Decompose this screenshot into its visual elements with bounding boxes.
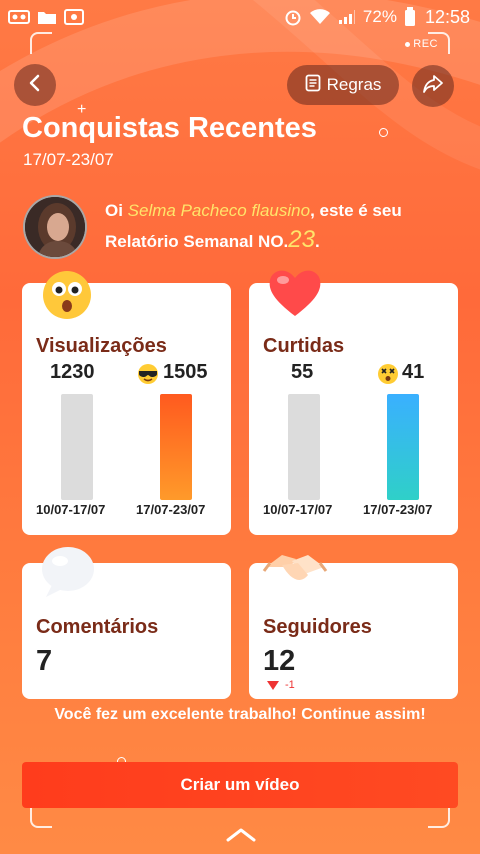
- likes-cur-date: 17/07-23/07: [363, 502, 433, 517]
- views-prev-date: 10/07-17/07: [36, 502, 106, 517]
- user-name: Selma Pacheco flausino: [127, 201, 311, 220]
- avatar-portrait: [25, 197, 85, 257]
- followers-label: Seguidores: [263, 616, 372, 638]
- followers-value: 12: [263, 645, 296, 677]
- handshake-icon: [262, 545, 328, 598]
- status-bar: 72% 12:58: [0, 0, 480, 34]
- battery-percentage: 72%: [362, 7, 397, 26]
- frame-corner-top-left: [30, 32, 52, 54]
- surprised-emoji-icon: [40, 268, 94, 325]
- greeting-text: Oi Selma Pacheco flausino, este é seu Re…: [105, 196, 445, 256]
- speech-bubble-icon: [38, 543, 98, 604]
- clock: 12:58: [424, 6, 470, 27]
- voicemail-icon: [8, 9, 30, 25]
- greeting-prefix: Oi: [105, 201, 128, 220]
- likes-prev-value: 55: [291, 361, 314, 383]
- heart-icon: [266, 264, 324, 325]
- alarm-icon: [284, 8, 302, 26]
- chevron-left-icon: [27, 74, 43, 97]
- likes-cur-value: 41: [402, 361, 425, 383]
- comments-label: Comentários: [36, 616, 159, 638]
- avatar[interactable]: [23, 195, 87, 259]
- views-cur-date: 17/07-23/07: [136, 502, 206, 517]
- frame-corner-bottom-left: [30, 806, 52, 828]
- likes-cur-bar: [387, 394, 419, 500]
- rec-label: REC: [413, 38, 438, 50]
- rec-indicator: REC: [405, 38, 438, 50]
- document-icon: [305, 74, 321, 97]
- chevron-up-icon[interactable]: [224, 826, 258, 849]
- views-prev-bar: [61, 394, 93, 500]
- screen-record-icon: [64, 9, 84, 25]
- ring-decoration: [379, 128, 388, 137]
- frame-corner-bottom-right: [428, 806, 450, 828]
- comments-value: 7: [36, 645, 53, 677]
- rules-button[interactable]: Regras: [287, 65, 399, 105]
- views-prev-value: 1230: [50, 361, 95, 383]
- signal-icon: [338, 9, 356, 25]
- page-title: Conquistas Recentes: [22, 112, 317, 144]
- back-button[interactable]: [14, 64, 56, 106]
- views-cur-value: 1505: [163, 361, 208, 383]
- encouragement-text: Você fez um excelente trabalho! Continue…: [54, 706, 426, 723]
- create-video-button[interactable]: Criar um vídeo: [22, 762, 458, 808]
- followers-delta-value: -1: [285, 679, 295, 691]
- folder-icon: [37, 9, 57, 25]
- wifi-icon: [309, 9, 331, 25]
- report-number: 23: [288, 226, 315, 253]
- views-label: Visualizações: [36, 335, 167, 357]
- date-range: 17/07-23/07: [23, 150, 114, 169]
- likes-prev-bar: [288, 394, 320, 500]
- rules-label: Regras: [326, 75, 382, 94]
- rec-dot: [405, 41, 411, 47]
- dizzy-emoji-icon: [377, 363, 399, 390]
- battery-icon: [404, 7, 416, 27]
- share-icon: [422, 74, 444, 99]
- followers-delta: -1: [267, 679, 295, 691]
- share-button[interactable]: [412, 65, 454, 107]
- views-cur-bar: [160, 394, 192, 500]
- sunglasses-emoji-icon: [136, 363, 160, 390]
- likes-label: Curtidas: [263, 335, 345, 357]
- likes-prev-date: 10/07-17/07: [263, 502, 333, 517]
- greeting-suffix: .: [314, 232, 320, 251]
- down-triangle-icon: [267, 680, 279, 690]
